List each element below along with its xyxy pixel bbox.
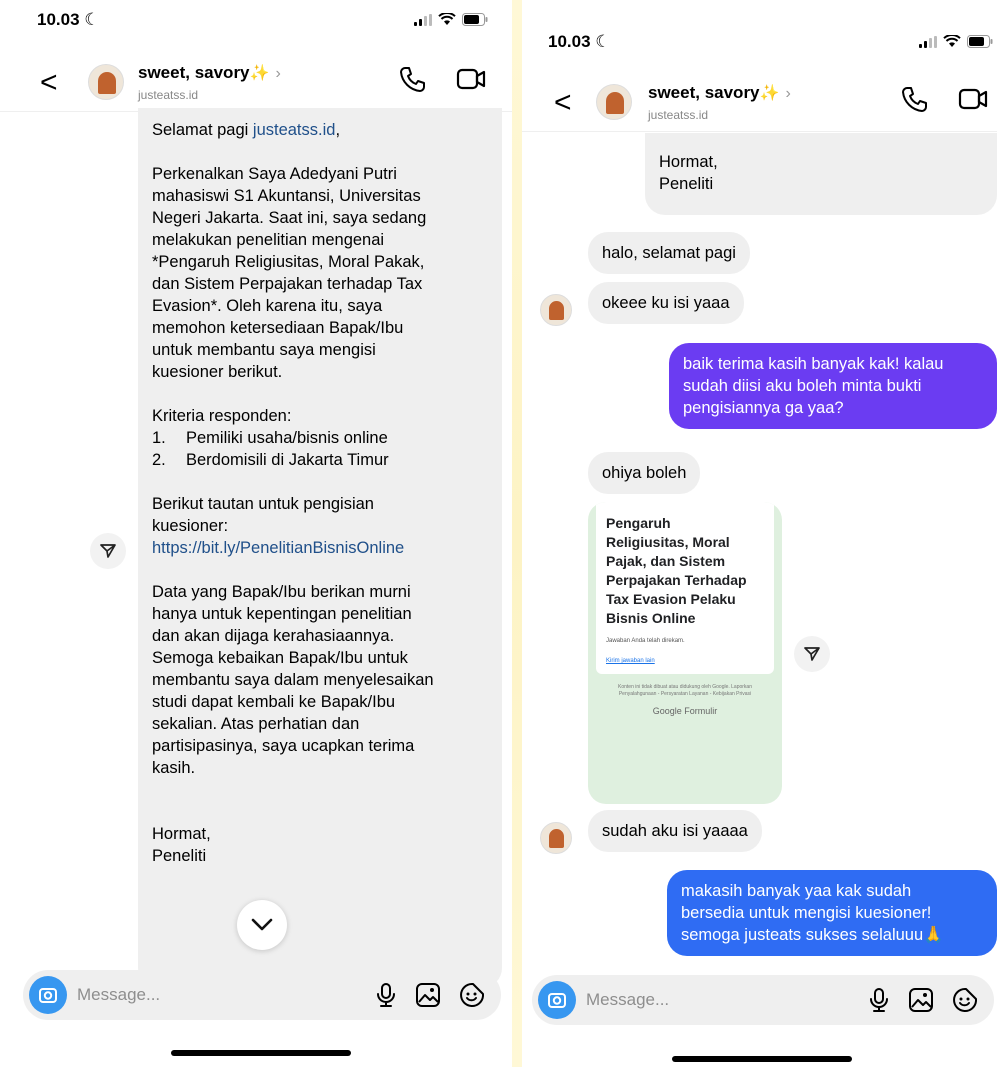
battery-icon bbox=[967, 35, 993, 48]
chat-header: < sweet, savory✨ › justeatss.id bbox=[0, 56, 512, 112]
signature-line: Hormat, bbox=[659, 153, 718, 171]
phone-icon[interactable] bbox=[900, 84, 928, 114]
form-screenshot-attachment[interactable]: Pengaruh Religiusitas, Moral Pajak, dan … bbox=[588, 502, 782, 804]
criteria-title: Kriteria responden: bbox=[152, 407, 292, 425]
chat-header: < sweet, savory✨ › justeatss.id bbox=[522, 76, 997, 132]
form-title: Pengaruh Religiusitas, Moral Pajak, dan … bbox=[606, 515, 747, 626]
camera-icon bbox=[39, 988, 57, 1003]
contact-avatar[interactable] bbox=[596, 84, 632, 120]
chevron-right-icon: › bbox=[785, 85, 791, 102]
battery-icon bbox=[462, 13, 488, 26]
home-indicator[interactable] bbox=[171, 1050, 351, 1056]
message-greeting: Selamat pagi justeatss.id, bbox=[152, 121, 341, 139]
video-camera-icon[interactable] bbox=[958, 84, 990, 114]
google-forms-brand: Google Formulir bbox=[652, 706, 718, 716]
received-message-bubble[interactable]: Selamat pagi justeatss.id, Perkenalkan S… bbox=[138, 108, 502, 988]
link-intro: Berikut tautan untuk pengisian kuesioner… bbox=[152, 495, 374, 535]
received-message-bubble[interactable]: ohiya boleh bbox=[588, 452, 701, 494]
left-screenshot: 10.03 ☾ < sweet, savory✨ › justeatss.id S… bbox=[0, 0, 512, 1067]
username-link[interactable]: justeatss.id bbox=[253, 121, 336, 139]
sent-message-bubble[interactable]: baik terima kasih banyak kak! kalau suda… bbox=[669, 343, 997, 429]
phone-icon[interactable] bbox=[398, 64, 426, 94]
status-bar: 10.03 ☾ bbox=[0, 0, 512, 40]
contact-username: justeatss.id bbox=[138, 88, 199, 102]
moon-icon: ☾ bbox=[595, 32, 611, 51]
status-bar: 10.03 ☾ bbox=[522, 22, 997, 62]
signal-icon bbox=[414, 13, 432, 26]
contact-avatar[interactable] bbox=[88, 64, 124, 100]
message-input[interactable]: Message... bbox=[77, 985, 160, 1005]
system-icons bbox=[919, 35, 993, 48]
sparkle-icon: ✨ bbox=[759, 85, 780, 102]
sparkle-icon: ✨ bbox=[249, 65, 270, 82]
gallery-icon[interactable] bbox=[415, 982, 441, 1008]
sent-message-bubble[interactable]: makasih banyak yaa kak sudah bersedia un… bbox=[667, 870, 997, 956]
send-arrow-icon bbox=[100, 544, 116, 558]
received-message-bubble[interactable]: okeee ku isi yaaa bbox=[588, 282, 744, 324]
contact-avatar-small[interactable] bbox=[540, 294, 572, 326]
chevron-right-icon: › bbox=[275, 65, 281, 82]
camera-button[interactable] bbox=[29, 976, 67, 1014]
criteria-item: 1. Pemiliki usaha/bisnis online bbox=[152, 429, 388, 447]
signature-line: Peneliti bbox=[659, 175, 714, 193]
composer-actions bbox=[868, 987, 978, 1013]
contact-name[interactable]: sweet, savory✨ › bbox=[648, 83, 791, 103]
status-time: 10.03 ☾ bbox=[37, 10, 100, 29]
contact-name[interactable]: sweet, savory✨ › bbox=[138, 63, 281, 83]
intro-paragraph: Perkenalkan Saya Adedyani Putri mahasisw… bbox=[152, 165, 427, 381]
form-confirmation: Jawaban Anda telah direkam. bbox=[606, 638, 685, 644]
right-screenshot: 10.03 ☾ < sweet, savory✨ › justeatss.id H… bbox=[522, 0, 997, 1067]
share-message-button[interactable] bbox=[794, 636, 830, 672]
video-camera-icon[interactable] bbox=[456, 64, 488, 94]
back-chevron-icon[interactable]: < bbox=[40, 68, 58, 98]
received-message-bubble[interactable]: sudah aku isi yaaaa bbox=[588, 810, 762, 852]
share-message-button[interactable] bbox=[90, 533, 126, 569]
message-composer: Message... bbox=[532, 975, 994, 1025]
received-message-bubble[interactable]: halo, selamat pagi bbox=[588, 232, 750, 274]
sticker-icon[interactable] bbox=[459, 982, 485, 1008]
moon-icon: ☾ bbox=[84, 10, 100, 29]
screenshot-divider bbox=[512, 0, 522, 1067]
form-footer: Konten ini tidak dibuat atau didukung ol… bbox=[618, 684, 752, 697]
signature-line: Hormat, bbox=[152, 825, 211, 843]
contact-username: justeatss.id bbox=[648, 108, 709, 122]
message-input[interactable]: Message... bbox=[586, 990, 669, 1010]
received-message-bubble[interactable]: Hormat, Peneliti bbox=[645, 133, 997, 215]
form-card: Pengaruh Religiusitas, Moral Pajak, dan … bbox=[596, 502, 774, 674]
status-time: 10.03 ☾ bbox=[548, 32, 611, 51]
home-indicator[interactable] bbox=[672, 1056, 852, 1062]
gallery-icon[interactable] bbox=[908, 987, 934, 1013]
contact-avatar-small[interactable] bbox=[540, 822, 572, 854]
form-resubmit-link: Kirim jawaban lain bbox=[606, 658, 655, 664]
microphone-icon[interactable] bbox=[375, 982, 397, 1008]
sticker-icon[interactable] bbox=[952, 987, 978, 1013]
message-composer: Message... bbox=[23, 970, 501, 1020]
send-arrow-icon bbox=[804, 647, 820, 661]
microphone-icon[interactable] bbox=[868, 987, 890, 1013]
wifi-icon bbox=[438, 13, 456, 25]
criteria-item: 2. Berdomisili di Jakarta Timur bbox=[152, 451, 389, 469]
survey-url-link[interactable]: https://bit.ly/PenelitianBisnisOnline bbox=[152, 537, 488, 559]
system-icons bbox=[414, 13, 488, 26]
composer-actions bbox=[375, 982, 485, 1008]
camera-button[interactable] bbox=[538, 981, 576, 1019]
scroll-to-bottom-button[interactable] bbox=[237, 900, 287, 950]
signature-line: Peneliti bbox=[152, 847, 207, 865]
camera-icon bbox=[548, 993, 566, 1008]
signal-icon bbox=[919, 35, 937, 48]
closing-paragraph: Data yang Bapak/Ibu berikan murni hanya … bbox=[152, 583, 434, 777]
back-chevron-icon[interactable]: < bbox=[554, 88, 572, 118]
chevron-down-icon bbox=[251, 918, 273, 931]
wifi-icon bbox=[943, 35, 961, 47]
